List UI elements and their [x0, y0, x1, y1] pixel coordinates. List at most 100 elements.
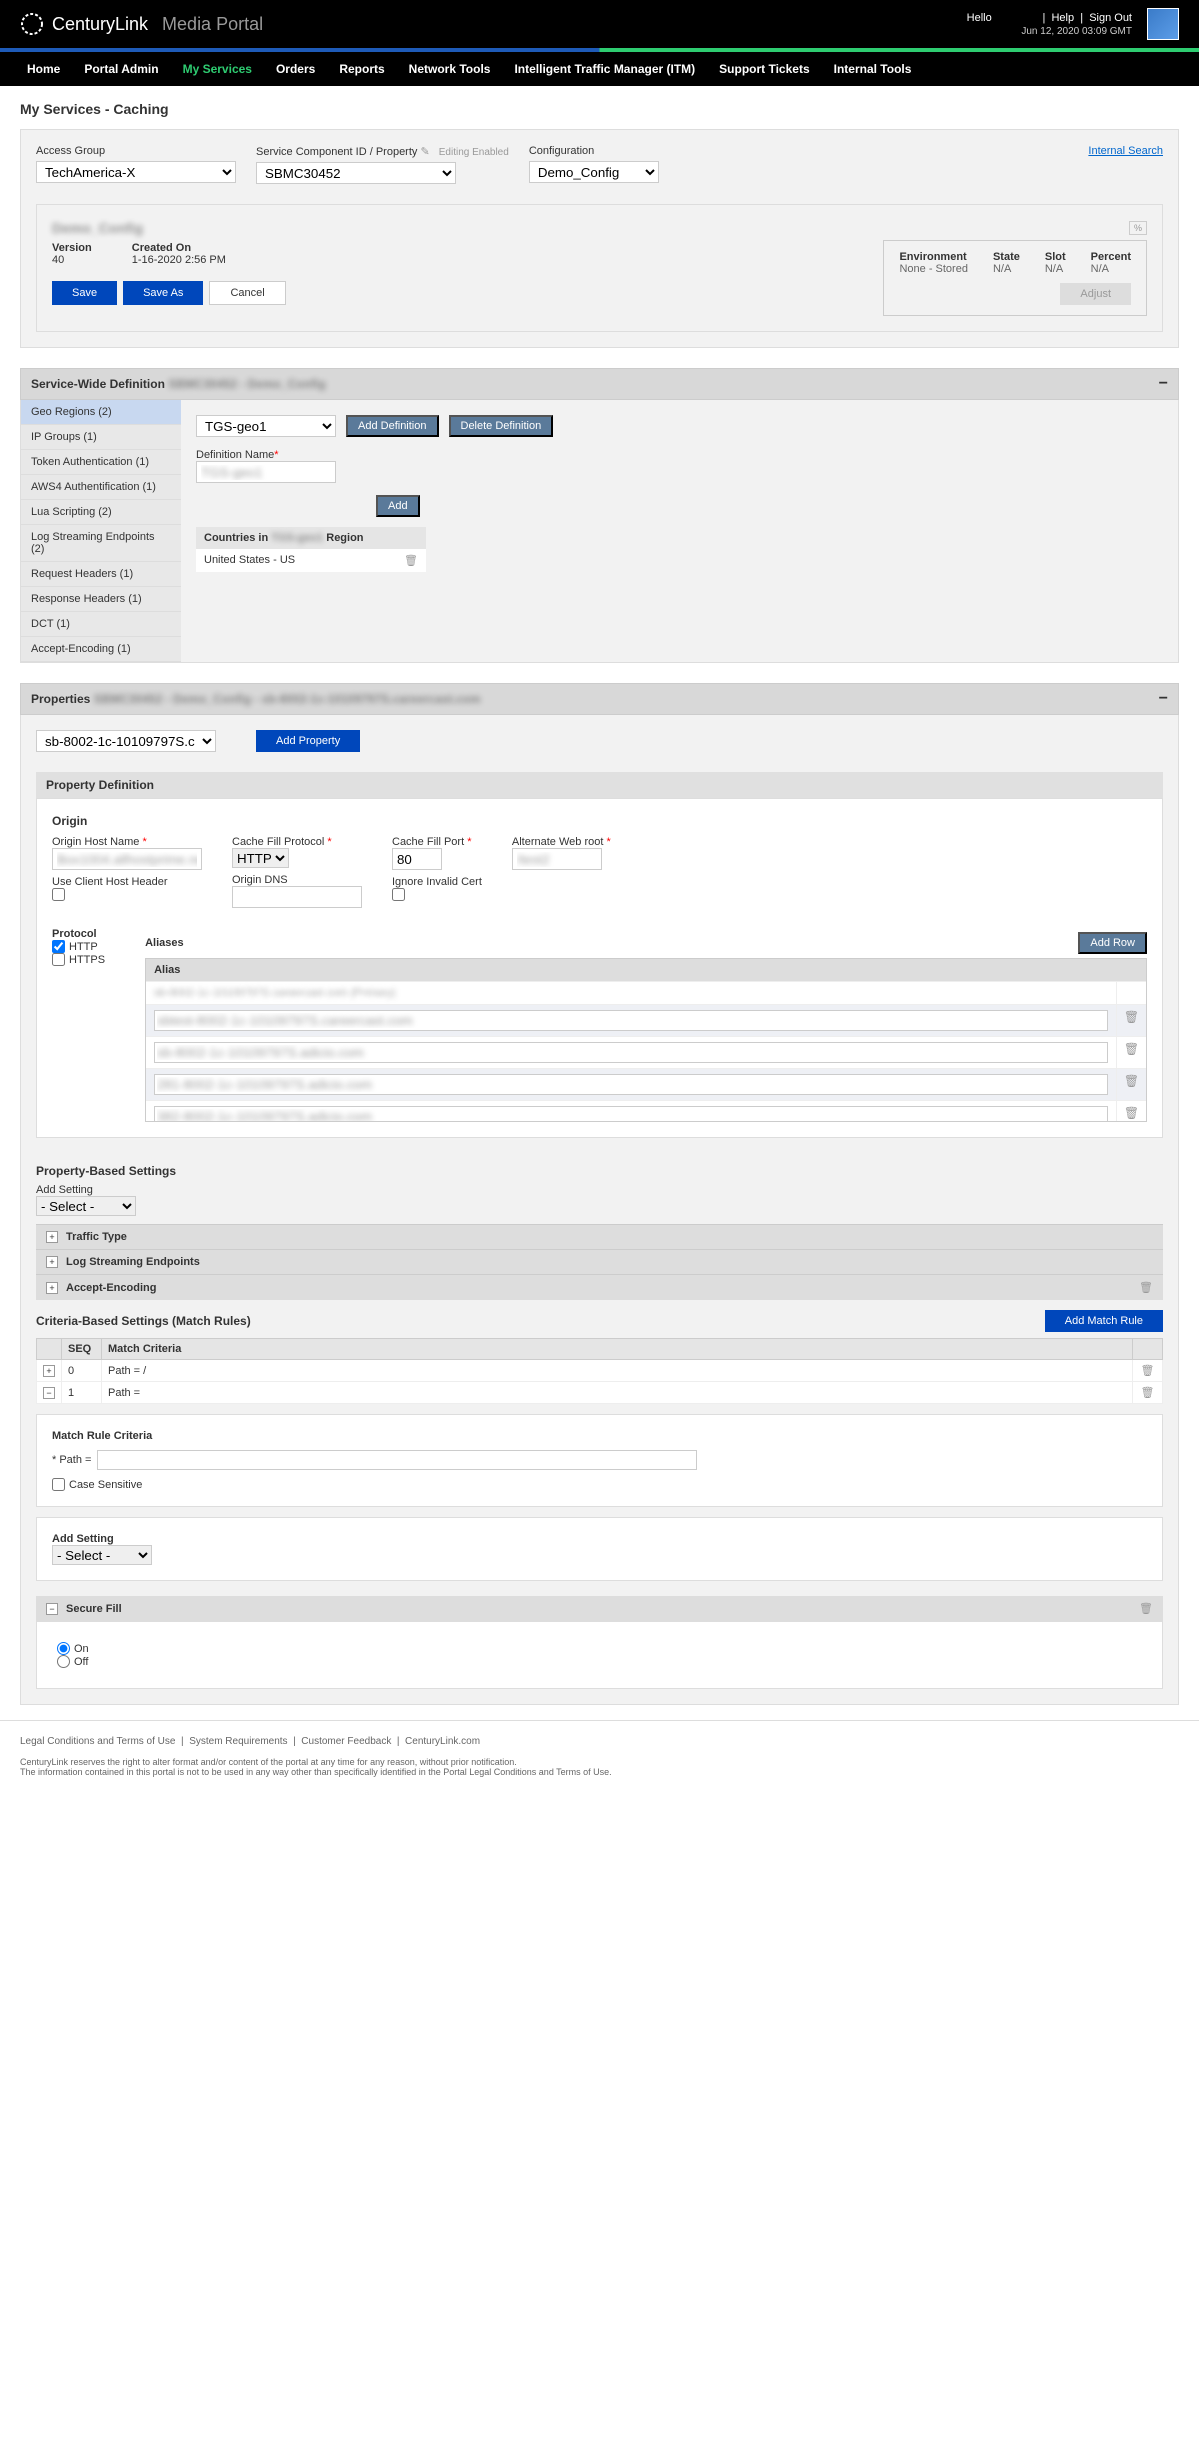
expand-icon[interactable]: +: [46, 1282, 58, 1294]
footer-sysreq[interactable]: System Requirements: [189, 1736, 287, 1747]
collapse-icon[interactable]: −: [43, 1387, 55, 1399]
prop-def-header: Property Definition: [36, 772, 1163, 798]
config-select[interactable]: Demo_Config: [529, 161, 659, 183]
scid-select[interactable]: SBMC30452: [256, 162, 456, 184]
countries-region: Region: [326, 532, 363, 544]
footer: Legal Conditions and Terms of Use | Syst…: [0, 1720, 1199, 1792]
footer-cl[interactable]: CenturyLink.com: [405, 1736, 480, 1747]
signout-link[interactable]: Sign Out: [1089, 12, 1132, 24]
add-button[interactable]: Add: [376, 495, 420, 517]
region-select[interactable]: TGS-geo1: [196, 415, 336, 437]
add-setting2-select[interactable]: - Select -: [52, 1545, 152, 1565]
nav-home[interactable]: Home: [15, 52, 72, 86]
delete-rule-icon[interactable]: 🗑: [1133, 1360, 1163, 1382]
alias-delete-icon[interactable]: 🗑: [1116, 1069, 1146, 1100]
internal-search-link[interactable]: Internal Search: [1088, 145, 1163, 157]
sidebar-item-aws4[interactable]: AWS4 Authentification (1): [21, 475, 181, 500]
origin-dns-input[interactable]: [232, 886, 362, 908]
expand-icon[interactable]: +: [43, 1365, 55, 1377]
nav-reports[interactable]: Reports: [327, 52, 396, 86]
case-sensitive-checkbox[interactable]: [52, 1478, 65, 1491]
editing-enabled: Editing Enabled: [439, 147, 509, 158]
alias-input[interactable]: [154, 1074, 1108, 1095]
expand-icon[interactable]: +: [46, 1231, 58, 1243]
sidebar-item-geo[interactable]: Geo Regions (2): [21, 400, 181, 425]
brand: CenturyLink Media Portal: [20, 12, 263, 36]
sidebar-item-ip[interactable]: IP Groups (1): [21, 425, 181, 450]
footer-feedback[interactable]: Customer Feedback: [301, 1736, 391, 1747]
expand-icon[interactable]: +: [46, 1256, 58, 1268]
delete-country-icon[interactable]: 🗑: [404, 554, 418, 567]
http-checkbox[interactable]: [52, 940, 65, 953]
rule-criteria: Path = /: [102, 1360, 1133, 1382]
secure-fill-off-radio[interactable]: [57, 1655, 70, 1668]
add-setting-select[interactable]: - Select -: [36, 1196, 136, 1216]
swd-title: Service-Wide Definition: [31, 377, 165, 391]
ignore-invalid-checkbox[interactable]: [392, 888, 405, 901]
add-match-rule-button[interactable]: Add Match Rule: [1045, 1310, 1163, 1332]
collapse-icon[interactable]: −: [46, 1603, 58, 1615]
mrc-title: Match Rule Criteria: [52, 1430, 1147, 1442]
centurylink-logo-icon: [20, 12, 44, 36]
nav-my-services[interactable]: My Services: [171, 52, 264, 86]
def-name-input[interactable]: [196, 461, 336, 483]
alias-input[interactable]: [154, 1106, 1108, 1121]
help-link[interactable]: Help: [1051, 12, 1074, 24]
delete-secure-fill-icon[interactable]: 🗑: [1139, 1602, 1153, 1615]
env-label: Environment: [899, 251, 967, 263]
alias-delete-icon[interactable]: 🗑: [1116, 1101, 1146, 1121]
alt-web-root-input[interactable]: [512, 848, 602, 870]
off-label: Off: [74, 1656, 88, 1668]
props-header[interactable]: Properties SBMC30452 - Demo_Config - sb-…: [20, 683, 1179, 715]
add-definition-button[interactable]: Add Definition: [346, 415, 439, 437]
delete-setting-icon[interactable]: 🗑: [1139, 1281, 1153, 1294]
nav-internal-tools[interactable]: Internal Tools: [822, 52, 924, 86]
topright: Hello Matthew | Help | Sign Out Jun 12, …: [967, 8, 1179, 40]
secure-fill-on-radio[interactable]: [57, 1642, 70, 1655]
sidebar-item-ae[interactable]: Accept-Encoding (1): [21, 637, 181, 662]
hello-text: Hello: [967, 12, 992, 24]
nav-network-tools[interactable]: Network Tools: [397, 52, 503, 86]
vyvx-logo-icon: [1147, 8, 1179, 40]
alias-delete-icon[interactable]: 🗑: [1116, 1005, 1146, 1036]
created-value: 1-16-2020 2:56 PM: [132, 254, 226, 266]
secure-fill-title: Secure Fill: [66, 1603, 122, 1615]
nav-orders[interactable]: Orders: [264, 52, 327, 86]
origin-host-input[interactable]: [52, 848, 202, 870]
delete-rule-icon[interactable]: 🗑: [1133, 1382, 1163, 1404]
collapse-icon[interactable]: −: [1159, 690, 1168, 708]
nav-support-tickets[interactable]: Support Tickets: [707, 52, 821, 86]
sidebar-item-token[interactable]: Token Authentication (1): [21, 450, 181, 475]
nav-portal-admin[interactable]: Portal Admin: [72, 52, 170, 86]
collapse-icon[interactable]: −: [1159, 375, 1168, 393]
cache-fill-port-input[interactable]: [392, 848, 442, 870]
path-input[interactable]: [97, 1450, 697, 1470]
save-button[interactable]: Save: [52, 281, 117, 305]
delete-definition-button[interactable]: Delete Definition: [449, 415, 554, 437]
alias-delete-icon[interactable]: 🗑: [1116, 1037, 1146, 1068]
https-checkbox[interactable]: [52, 953, 65, 966]
version-label: Version: [52, 242, 92, 254]
sidebar-item-req[interactable]: Request Headers (1): [21, 562, 181, 587]
add-row-button[interactable]: Add Row: [1078, 932, 1147, 954]
use-client-host-label: Use Client Host Header: [52, 876, 202, 888]
alias-input[interactable]: [154, 1010, 1108, 1031]
created-label: Created On: [132, 242, 226, 254]
nav-itm[interactable]: Intelligent Traffic Manager (ITM): [502, 52, 707, 86]
sidebar-item-resp[interactable]: Response Headers (1): [21, 587, 181, 612]
sidebar-item-log[interactable]: Log Streaming Endpoints (2): [21, 525, 181, 562]
swd-header[interactable]: Service-Wide Definition SBMC30452 - Demo…: [20, 368, 1179, 400]
percent-icon: %: [1129, 221, 1147, 235]
cancel-button[interactable]: Cancel: [209, 281, 285, 305]
cache-fill-proto-select[interactable]: HTTP: [232, 848, 289, 868]
footer-legal[interactable]: Legal Conditions and Terms of Use: [20, 1736, 175, 1747]
sidebar-item-lua[interactable]: Lua Scripting (2): [21, 500, 181, 525]
sidebar-item-dct[interactable]: DCT (1): [21, 612, 181, 637]
access-group-select[interactable]: TechAmerica-X: [36, 161, 236, 183]
alias-input[interactable]: [154, 1042, 1108, 1063]
property-select[interactable]: sb-8002-1c-10109797S.careercast.com: [36, 730, 216, 752]
save-as-button[interactable]: Save As: [123, 281, 203, 305]
use-client-host-checkbox[interactable]: [52, 888, 65, 901]
add-property-button[interactable]: Add Property: [256, 730, 360, 752]
adjust-button[interactable]: Adjust: [1060, 283, 1131, 305]
